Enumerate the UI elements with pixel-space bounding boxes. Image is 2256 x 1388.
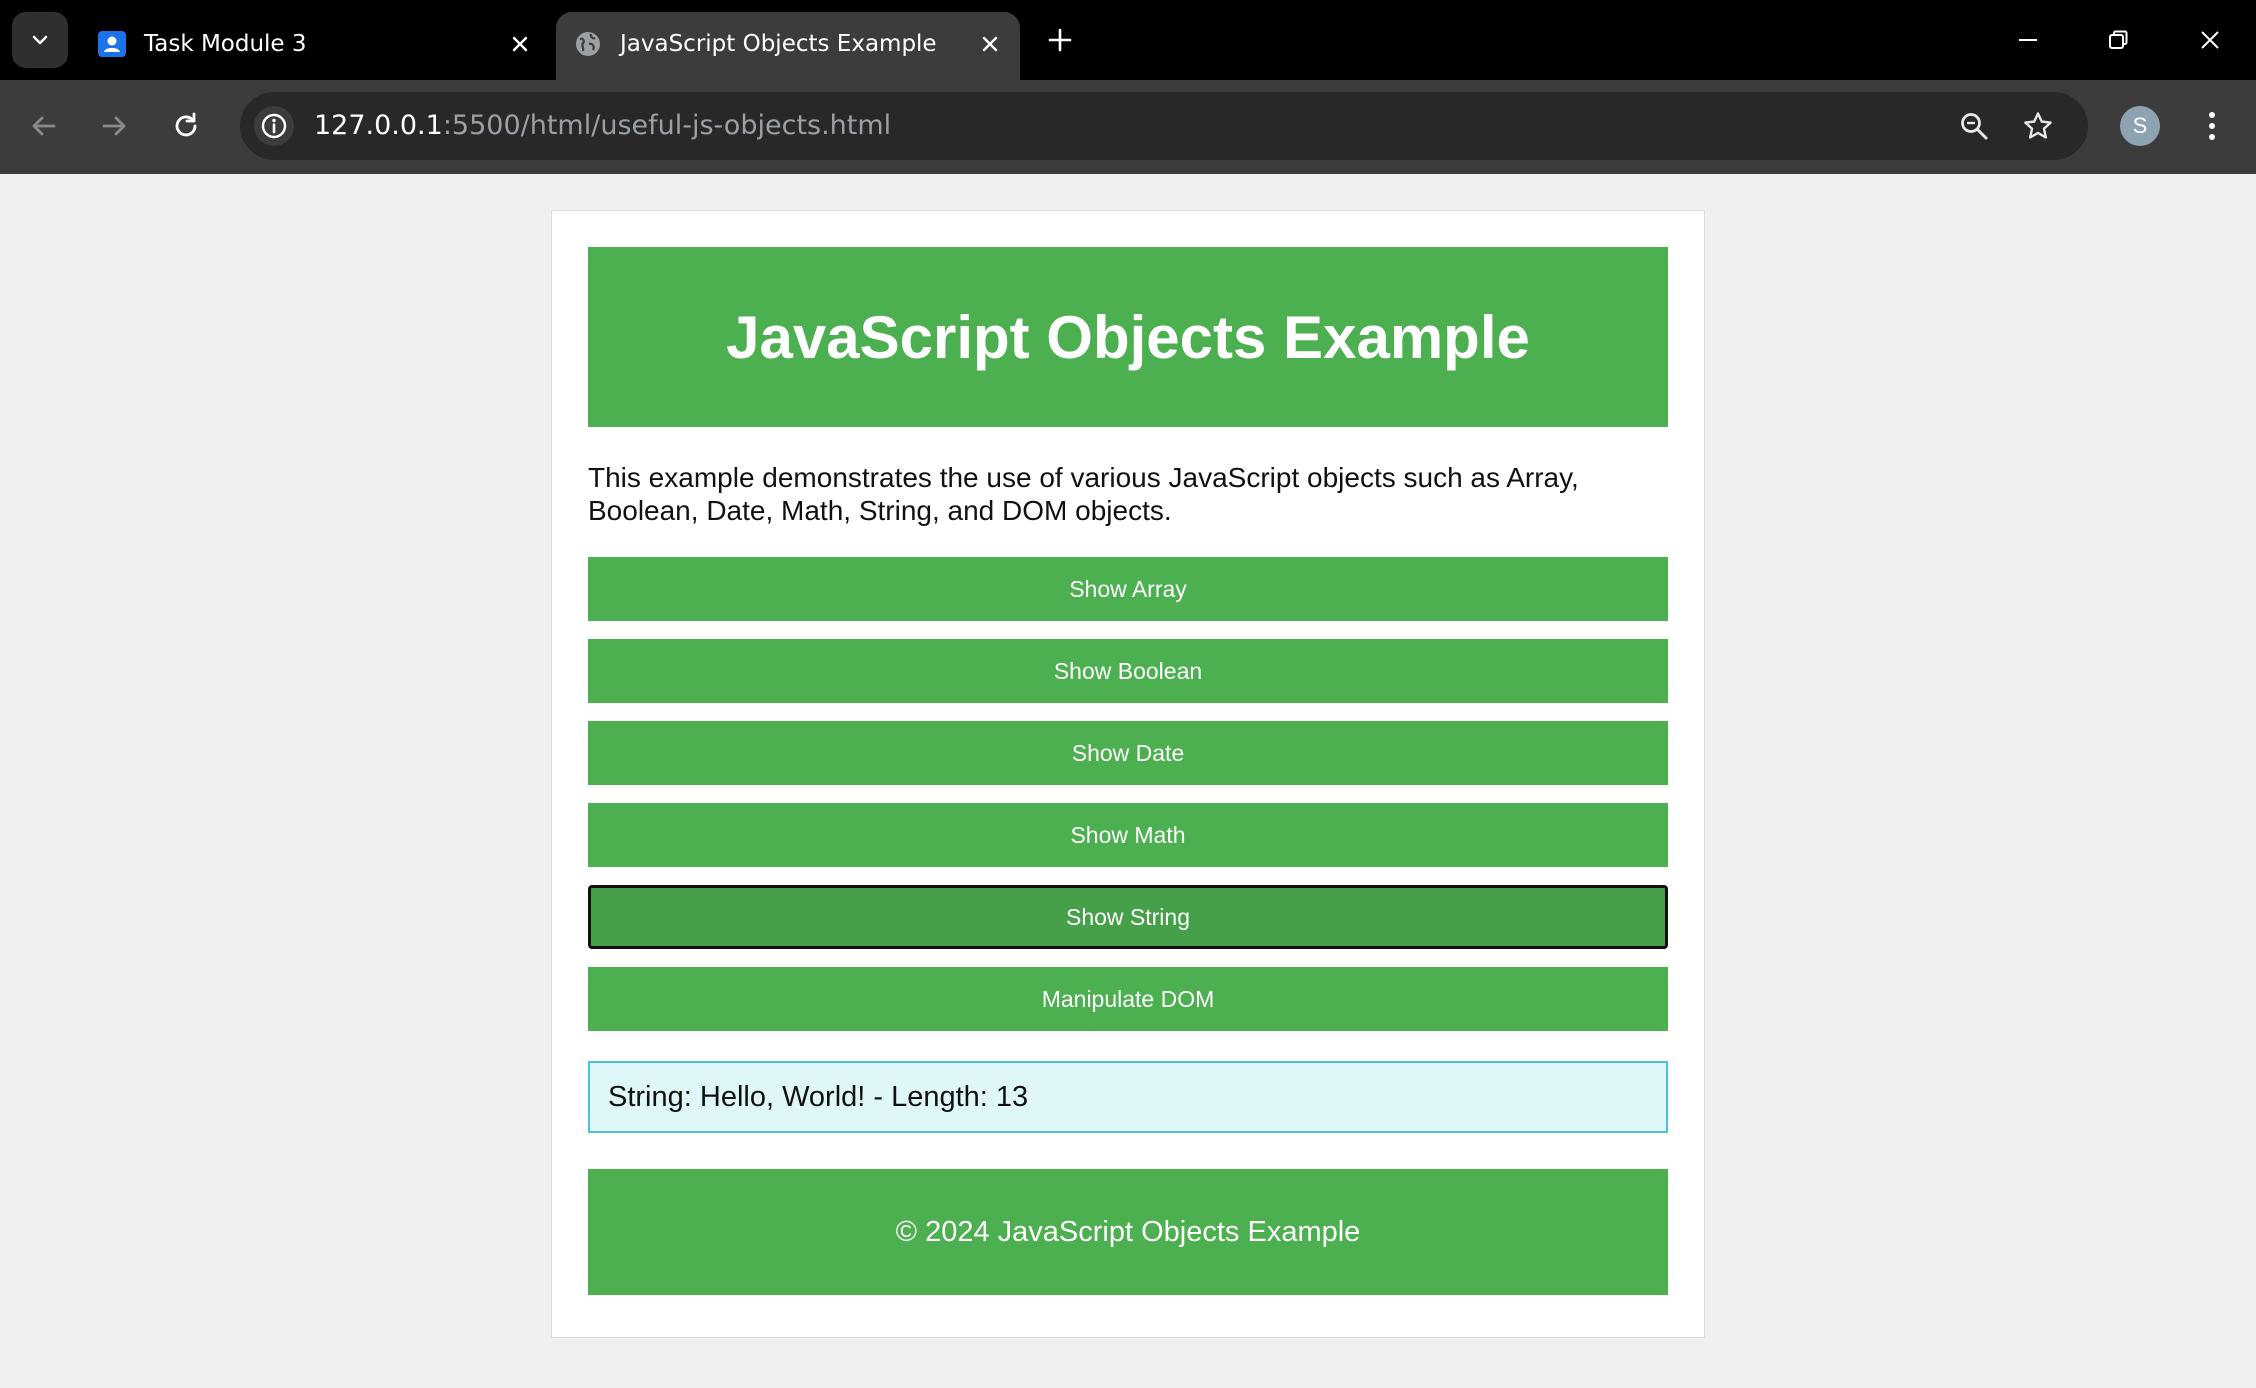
tab-task-module[interactable]: Task Module 3 xyxy=(80,12,550,80)
browser-toolbar: 127.0.0.1:5500/html/useful-js-objects.ht… xyxy=(0,80,2256,174)
close-window-button[interactable] xyxy=(2182,16,2238,64)
forward-button[interactable] xyxy=(88,100,140,152)
page-footer: © 2024 JavaScript Objects Example xyxy=(588,1169,1668,1295)
url-host: 127.0.0.1 xyxy=(314,110,443,141)
contacts-icon xyxy=(96,28,128,60)
chevron-down-icon xyxy=(32,35,48,45)
tab-search-button[interactable] xyxy=(12,12,68,68)
bookmark-star-icon[interactable] xyxy=(2018,106,2058,146)
show-date-button[interactable]: Show Date xyxy=(588,721,1668,785)
close-icon[interactable] xyxy=(504,28,536,60)
show-math-button[interactable]: Show Math xyxy=(588,803,1668,867)
show-boolean-button[interactable]: Show Boolean xyxy=(588,639,1668,703)
close-icon[interactable] xyxy=(974,28,1006,60)
zoom-icon[interactable] xyxy=(1954,106,1994,146)
page-header: JavaScript Objects Example xyxy=(588,247,1668,427)
browser-titlebar: Task Module 3 JavaScript Objects Example xyxy=(0,0,2256,80)
address-bar[interactable]: 127.0.0.1:5500/html/useful-js-objects.ht… xyxy=(240,92,2088,160)
tab-javascript-objects[interactable]: JavaScript Objects Example xyxy=(556,12,1020,80)
restore-button[interactable] xyxy=(2090,16,2146,64)
minimize-icon xyxy=(2019,39,2037,41)
plus-icon xyxy=(1048,28,1072,52)
page-title: JavaScript Objects Example xyxy=(726,303,1530,371)
manipulate-dom-button[interactable]: Manipulate DOM xyxy=(588,967,1668,1031)
intro-text: This example demonstrates the use of var… xyxy=(588,462,1579,526)
tab-title: JavaScript Objects Example xyxy=(620,31,937,57)
profile-avatar[interactable]: S xyxy=(2120,106,2160,146)
close-icon xyxy=(2201,31,2219,49)
menu-button[interactable] xyxy=(2192,100,2232,152)
minimize-button[interactable] xyxy=(2000,16,2056,64)
output-box: String: Hello, World! - Length: 13 xyxy=(588,1061,1668,1133)
info-icon[interactable] xyxy=(254,106,294,146)
reload-icon xyxy=(175,112,197,137)
back-button[interactable] xyxy=(18,100,70,152)
url-text[interactable]: 127.0.0.1:5500/html/useful-js-objects.ht… xyxy=(314,109,891,143)
arrow-right-icon xyxy=(102,116,126,136)
show-array-button[interactable]: Show Array xyxy=(588,557,1668,621)
globe-icon xyxy=(572,28,604,60)
page-viewport: JavaScript Objects Example This example … xyxy=(0,174,2256,1388)
reload-button[interactable] xyxy=(160,100,212,152)
arrow-left-icon xyxy=(32,116,56,136)
content-container: JavaScript Objects Example This example … xyxy=(551,210,1705,1338)
more-vertical-icon xyxy=(2209,112,2215,140)
new-tab-button[interactable] xyxy=(1040,20,1080,60)
tab-title: Task Module 3 xyxy=(144,31,307,57)
show-string-button[interactable]: Show String xyxy=(588,885,1668,949)
url-path: :5500/html/useful-js-objects.html xyxy=(442,110,892,141)
restore-icon xyxy=(2109,30,2128,49)
